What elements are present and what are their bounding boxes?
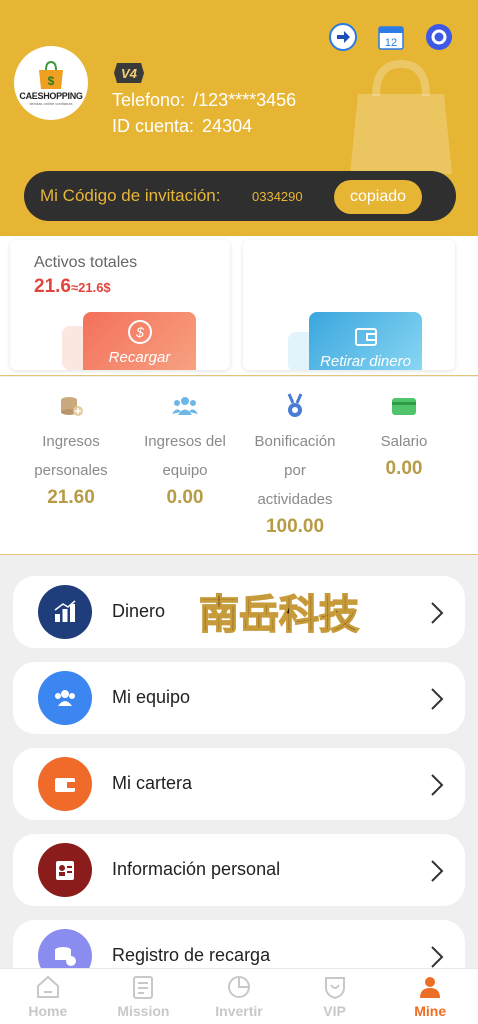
- menu-label: Registro de recarga: [112, 945, 271, 965]
- menu-label: Información personal: [112, 859, 281, 879]
- stat-personal-income[interactable]: Ingresos personales 21.60: [14, 393, 128, 509]
- invite-label: Mi Código de invitación:: [40, 186, 221, 205]
- invite-code: 0334290: [252, 189, 303, 204]
- account-id-value: 24304: [202, 116, 253, 136]
- shopping-bag-decoration-icon: [350, 59, 452, 174]
- stat-label: personales: [34, 462, 108, 479]
- phone-label: Telefono:: [112, 90, 186, 110]
- brand-tagline: tiendas online confianza: [29, 101, 73, 106]
- menu-item-mi-cartera[interactable]: Mi cartera: [13, 748, 465, 820]
- menu-label: Mi cartera: [112, 773, 193, 793]
- withdraw-label: Retirar dinero: [320, 353, 411, 370]
- total-assets-approx: ≈21.6$: [70, 280, 111, 295]
- vip-shield-icon: [324, 977, 345, 1000]
- brand-name: CAESHOPPING: [19, 91, 83, 101]
- stat-label: actividades: [257, 491, 333, 508]
- stat-label: por: [284, 462, 306, 479]
- menu-label: Mi equipo: [112, 687, 191, 707]
- medal-icon: [287, 393, 303, 417]
- bottom-tabbar: Home Mission Invertir VIP Mine: [0, 968, 478, 1024]
- chevron-right-icon: [431, 602, 444, 624]
- settings-icon[interactable]: [424, 22, 454, 52]
- stat-label: Bonificación: [254, 433, 336, 450]
- tab-label: VIP: [323, 1003, 346, 1019]
- chevron-right-icon: [431, 688, 444, 710]
- wallet-card-icon: [392, 398, 416, 415]
- chevron-right-icon: [431, 860, 444, 882]
- withdraw-button[interactable]: Retirar dinero: [309, 312, 422, 370]
- team-icon: [172, 397, 198, 415]
- tab-label: Home: [28, 1003, 68, 1019]
- stat-label: Ingresos: [42, 433, 100, 450]
- clipboard-icon: [133, 976, 154, 999]
- phone-value: /123****3456: [193, 90, 297, 110]
- total-assets-value: 21.6≈21.6$: [34, 276, 111, 298]
- stat-team-income[interactable]: Ingresos del equipo 0.00: [128, 393, 242, 509]
- stat-value: 21.60: [47, 487, 95, 508]
- profile-header: 12 $ CAESHOPPING tiendas online confianz…: [0, 0, 478, 236]
- svg-text:V4: V4: [121, 66, 138, 81]
- recharge-label: Recargar: [108, 349, 171, 366]
- tab-vip[interactable]: VIP: [287, 969, 383, 1024]
- svg-text:$: $: [48, 74, 55, 88]
- wallet-icon: [38, 757, 92, 811]
- chart-icon: [38, 585, 92, 639]
- tab-label: Mine: [414, 1003, 447, 1019]
- person-icon: [420, 977, 441, 998]
- phone-line: Telefono: /123****3456: [112, 90, 296, 111]
- assets-section: Activos totales 21.6≈21.6$ $ Recargar Re…: [0, 236, 478, 376]
- avatar[interactable]: $ CAESHOPPING tiendas online confianza: [14, 46, 88, 120]
- stat-label: equipo: [162, 462, 208, 479]
- withdraw-card: Retirar dinero: [243, 240, 455, 370]
- vip-level-badge: V4: [114, 63, 144, 83]
- recharge-button[interactable]: $ Recargar: [83, 312, 196, 370]
- chevron-right-icon: [431, 946, 444, 968]
- stat-label: Ingresos del: [144, 433, 226, 450]
- tab-home[interactable]: Home: [0, 969, 96, 1024]
- copy-button[interactable]: copiado: [334, 180, 422, 214]
- account-id-line: ID cuenta: 24304: [112, 116, 252, 137]
- stat-label: Salario: [380, 433, 428, 450]
- home-icon: [36, 975, 59, 998]
- svg-text:12: 12: [385, 37, 397, 49]
- watermark-logo: 南岳科技: [198, 591, 360, 639]
- menu-item-informacion-personal[interactable]: Información personal: [13, 834, 465, 906]
- coins-icon: [61, 397, 83, 416]
- tab-label: Invertir: [215, 1003, 263, 1019]
- tab-label: Mission: [117, 1003, 170, 1019]
- shop-bag-logo-icon: $: [39, 60, 63, 89]
- income-stats: Ingresos personales 21.60 Ingresos del e…: [0, 377, 478, 555]
- stat-value: 0.00: [385, 458, 423, 479]
- logout-icon[interactable]: [328, 22, 358, 52]
- menu-label: Dinero: [112, 601, 166, 621]
- tab-mission[interactable]: Mission: [96, 969, 192, 1024]
- pie-chart-icon: [227, 976, 250, 998]
- svg-text:$: $: [135, 324, 144, 340]
- account-id-label: ID cuenta:: [112, 116, 195, 136]
- invite-code-bar: Mi Código de invitación: 0334290 copiado: [24, 171, 456, 221]
- dollar-coin-icon: $: [127, 320, 152, 344]
- total-assets-amount: 21.6: [34, 276, 71, 297]
- menu-item-mi-equipo[interactable]: Mi equipo: [13, 662, 465, 734]
- calendar-icon[interactable]: 12: [376, 22, 406, 52]
- withdraw-wallet-icon: [354, 328, 377, 346]
- users-icon: [38, 671, 92, 725]
- total-assets-card: Activos totales 21.6≈21.6$ $ Recargar: [10, 240, 230, 370]
- svg-text:南岳科技: 南岳科技: [199, 592, 359, 638]
- stat-value: 0.00: [166, 487, 204, 508]
- tab-mine[interactable]: Mine: [382, 969, 478, 1024]
- stat-salary[interactable]: Salario 0.00: [347, 393, 461, 480]
- tab-invertir[interactable]: Invertir: [191, 969, 287, 1024]
- stat-activity-bonus[interactable]: Bonificación por actividades 100.00: [238, 393, 352, 538]
- stat-value: 100.00: [265, 516, 325, 537]
- total-assets-title: Activos totales: [34, 254, 138, 271]
- chevron-right-icon: [431, 774, 444, 796]
- id-card-icon: [38, 843, 92, 897]
- header-actions: 12: [328, 22, 454, 52]
